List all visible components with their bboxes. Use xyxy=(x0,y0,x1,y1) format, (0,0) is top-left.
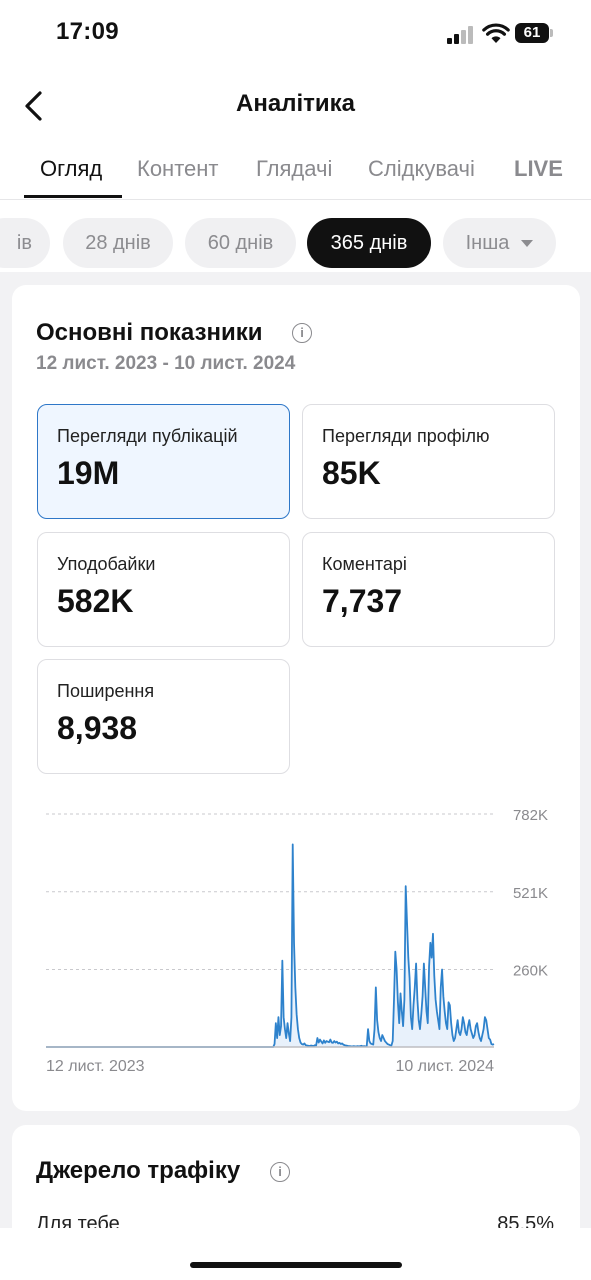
metric-value: 8,938 xyxy=(57,710,138,746)
battery-icon: 61 xyxy=(515,23,553,43)
metric-label: Коментарі xyxy=(322,554,407,574)
tab-content[interactable]: Контент xyxy=(137,156,219,182)
tab-followers[interactable]: Слідкувачі xyxy=(368,156,475,182)
metric-value: 7,737 xyxy=(322,583,403,619)
battery-level: 61 xyxy=(523,24,541,41)
dropdown-arrow-icon xyxy=(521,240,534,248)
metric-likes[interactable]: Уподобайки 582K xyxy=(37,532,290,647)
traffic-source-title: Джерело трафіку xyxy=(36,1157,241,1184)
metric-comments[interactable]: Коментарі 7,737 xyxy=(302,532,555,647)
info-icon[interactable]: i xyxy=(292,323,312,343)
tab-overview[interactable]: Огляд xyxy=(40,156,102,182)
home-indicator[interactable] xyxy=(190,1262,402,1268)
chart-x-label-end: 10 лист. 2024 xyxy=(395,1058,494,1075)
metric-label: Поширення xyxy=(57,681,155,701)
metric-shares[interactable]: Поширення 8,938 xyxy=(37,659,290,774)
tab-bar: Огляд Контент Глядачі Слідкувачі LIVE xyxy=(0,148,591,200)
period-chip-7-days[interactable]: ів xyxy=(0,218,50,268)
tabs-divider xyxy=(0,199,591,200)
metric-value: 582K xyxy=(57,583,134,619)
metric-value: 85K xyxy=(322,455,381,491)
period-chip-custom-label: Інша xyxy=(465,232,510,254)
period-chip-28-days[interactable]: 28 днів xyxy=(63,218,173,268)
views-line-chart: 782K 521K 260K 12 лист. 2023 10 лист. 2024 xyxy=(46,807,548,1075)
cellular-signal-icon xyxy=(447,24,475,44)
active-tab-indicator xyxy=(24,195,122,198)
status-bar: 17:09 61 xyxy=(0,0,591,66)
key-metrics-card: Основні показники i 12 лист. 2023 - 10 л… xyxy=(12,285,580,1111)
bottom-bar xyxy=(0,1228,591,1280)
period-chip-60-days[interactable]: 60 днів xyxy=(185,218,296,268)
page-title: Аналітика xyxy=(236,90,355,117)
tab-live[interactable]: LIVE xyxy=(514,156,563,182)
tab-viewers[interactable]: Глядачі xyxy=(256,156,332,182)
metric-profile-views[interactable]: Перегляди профілю 85K xyxy=(302,404,555,519)
chart-y-tick-label: 521K xyxy=(513,885,548,902)
period-chip-365-days[interactable]: 365 днів xyxy=(307,218,431,268)
metric-value: 19M xyxy=(57,455,120,491)
chart-y-tick-label: 260K xyxy=(513,963,548,980)
metric-label: Перегляди публікацій xyxy=(57,426,238,446)
chart-x-label-start: 12 лист. 2023 xyxy=(46,1058,145,1075)
date-range: 12 лист. 2023 - 10 лист. 2024 xyxy=(36,353,296,374)
chart-y-axis-labels: 782K 521K 260K xyxy=(513,807,548,980)
metric-post-views[interactable]: Перегляди публікацій 19M xyxy=(37,404,290,519)
wifi-icon xyxy=(482,23,510,43)
chart-y-tick-label: 782K xyxy=(513,807,548,824)
status-time: 17:09 xyxy=(56,18,119,45)
key-metrics-title: Основні показники xyxy=(36,319,263,346)
metric-label: Перегляди профілю xyxy=(322,426,490,446)
chart-gridlines xyxy=(46,813,494,971)
chart-series-line xyxy=(46,843,495,1048)
period-chip-custom[interactable]: Інша xyxy=(443,218,556,268)
analytics-screen: 17:09 61 Аналітика Огляд Контент Глядачі… xyxy=(0,0,591,1280)
info-icon[interactable]: i xyxy=(270,1162,290,1182)
metric-label: Уподобайки xyxy=(57,554,156,574)
